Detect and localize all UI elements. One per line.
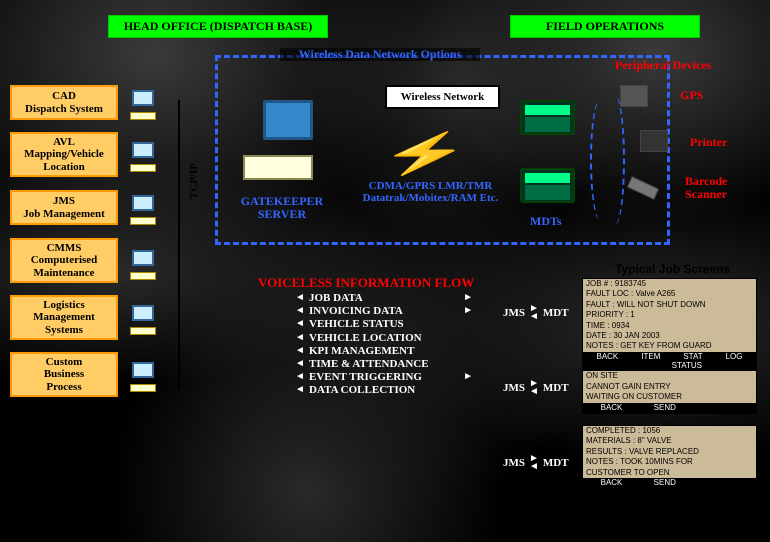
system-label: Custom xyxy=(16,356,112,368)
wireless-network-box: Wireless Network xyxy=(385,85,500,109)
system-label: Systems xyxy=(16,324,112,336)
pc-icon xyxy=(128,250,158,280)
wireless-types: CDMA/GPRS LMR/TMR Datatrak/Mobitex/RAM E… xyxy=(358,180,503,204)
arrow-icon: ►◄ xyxy=(529,305,539,321)
arrow-icon: ►◄ xyxy=(529,380,539,396)
screen-row: COMPLETED : 1056 xyxy=(583,426,756,436)
system-label: Process xyxy=(16,381,112,393)
system-label: Location xyxy=(16,161,112,173)
wireless-title: Wireless Data Network Options xyxy=(280,48,480,61)
system-box-jms: JMS Job Management xyxy=(10,190,118,225)
system-box-cad: CAD Dispatch System xyxy=(10,85,118,120)
mdt-label: MDT xyxy=(543,307,569,319)
info-flow-item: TIME & ATTENDANCE xyxy=(295,358,455,371)
system-label: CAD xyxy=(16,90,112,102)
screen-row: WAITING ON CUSTOMER xyxy=(583,392,756,402)
mdt-device-icon xyxy=(520,168,575,203)
lightning-icon: ⚡ xyxy=(380,130,470,177)
info-flow-item: EVENT TRIGGERING xyxy=(295,371,455,384)
jms-label: JMS xyxy=(503,457,525,469)
header-head-office: HEAD OFFICE (DISPATCH BASE) xyxy=(108,15,328,38)
screen-row: RESULTS : VALVE REPLACED xyxy=(583,447,756,457)
printer-label: Printer xyxy=(690,135,727,150)
screen-bar-item: BACK xyxy=(601,403,623,413)
jms-mdt-flow: JMS ►◄ MDT xyxy=(503,455,569,471)
gatekeeper-label: GATEKEEPER SERVER xyxy=(232,195,332,221)
screen-row: MATERIALS : 8" VALVE xyxy=(583,436,756,446)
system-label: Logistics xyxy=(16,299,112,311)
system-box-cmms: CMMS Computerised Maintenance xyxy=(10,238,118,283)
server-icon xyxy=(235,100,325,180)
screen-row: PRIORITY : 1 xyxy=(583,310,756,320)
jms-mdt-flow: JMS ►◄ MDT xyxy=(503,380,569,396)
header-field-ops: FIELD OPERATIONS xyxy=(510,15,700,38)
system-box-custom: Custom Business Process xyxy=(10,352,118,397)
screen-row: FAULT : WILL NOT SHUT DOWN xyxy=(583,300,756,310)
typical-screens-title: Typical Job Screens xyxy=(615,262,730,276)
footer-note: (All fields are fully configurable) xyxy=(580,505,747,517)
mdt-label: MDT xyxy=(543,457,569,469)
screen-row: NOTES : TOOK 10MINS FOR xyxy=(583,457,756,467)
pc-icon xyxy=(128,90,158,120)
system-box-avl: AVL Mapping/Vehicle Location xyxy=(10,132,118,177)
info-flow-item: KPI MANAGEMENT xyxy=(295,345,455,358)
info-flow-item: VEHICLE STATUS xyxy=(295,318,455,331)
info-flow-item: VEHICLE LOCATION xyxy=(295,332,455,345)
peripheral-title: Peripheral Devices xyxy=(615,58,711,73)
screen-row: CUSTOMER TO OPEN xyxy=(583,468,756,478)
screen-row: FAULT LOC : Valve A265 xyxy=(583,289,756,299)
screen-bar-item: STATUS xyxy=(672,361,702,371)
arrow-icon: ►◄ xyxy=(529,455,539,471)
screen-row: CANNOT GAIN ENTRY xyxy=(583,382,756,392)
system-label: Mapping/Vehicle xyxy=(16,148,112,160)
pc-icon xyxy=(128,362,158,392)
info-flow-list: JOB DATAINVOICING DATAVEHICLE STATUSVEHI… xyxy=(295,292,455,398)
pc-icon xyxy=(128,305,158,335)
screen-bar-item: SEND xyxy=(654,478,676,488)
gps-label: GPS xyxy=(680,88,703,103)
voiceless-title: VOICELESS INFORMATION FLOW xyxy=(258,275,474,291)
system-label: Maintenance xyxy=(16,267,112,279)
screen-bar-item: BACK xyxy=(601,478,623,488)
system-box-logistics: Logistics Management Systems xyxy=(10,295,118,340)
screen-row: TIME : 0934 xyxy=(583,321,756,331)
screen-bar-item: SEND xyxy=(654,403,676,413)
screen-row: DATE : 30 JAN 2003 xyxy=(583,331,756,341)
pc-icon xyxy=(128,195,158,225)
system-label: AVL xyxy=(16,136,112,148)
jms-mdt-flow: JMS ►◄ MDT xyxy=(503,305,569,321)
mdt-label: MDT xyxy=(543,382,569,394)
gps-icon xyxy=(620,85,648,107)
screen-row: JOB # : 9183745 xyxy=(583,279,756,289)
printer-icon xyxy=(640,130,668,152)
bus-line xyxy=(160,100,180,390)
jms-label: JMS xyxy=(503,382,525,394)
info-flow-item: JOB DATA xyxy=(295,292,455,305)
system-label: Computerised xyxy=(16,254,112,266)
jms-label: JMS xyxy=(503,307,525,319)
screen-row: NOTES : GET KEY FROM GUARD xyxy=(583,341,756,351)
screen-row: ON SITE xyxy=(583,371,756,381)
system-label: CMMS xyxy=(16,242,112,254)
job-screen-1: JOB # : 9183745FAULT LOC : Valve A265FAU… xyxy=(582,278,757,363)
system-label: JMS xyxy=(16,195,112,207)
tcpip-label: TCP/IP xyxy=(188,163,200,199)
mdt-device-icon xyxy=(520,100,575,135)
system-label: Business xyxy=(16,368,112,380)
info-flow-item: INVOICING DATA xyxy=(295,305,455,318)
job-screen-2: STATUSON SITECANNOT GAIN ENTRYWAITING ON… xyxy=(582,360,757,414)
system-label: Job Management xyxy=(16,208,112,220)
system-label: Dispatch System xyxy=(16,103,112,115)
system-label: Management xyxy=(16,311,112,323)
pc-icon xyxy=(128,142,158,172)
job-screen-3: COMPLETED : 1056MATERIALS : 8" VALVERESU… xyxy=(582,425,757,489)
info-flow-item: DATA COLLECTION xyxy=(295,384,455,397)
connector-curve xyxy=(605,95,625,225)
barcode-label: Barcode Scanner xyxy=(685,175,770,201)
mdts-label: MDTs xyxy=(530,215,562,228)
